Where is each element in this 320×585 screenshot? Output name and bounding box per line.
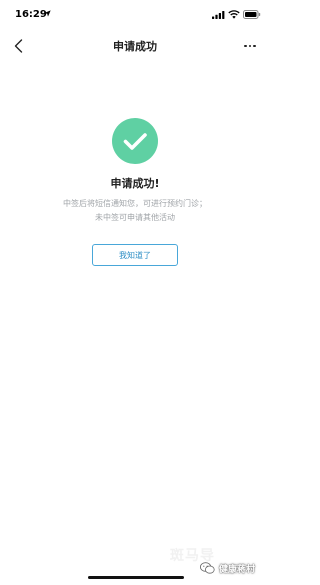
result-title: 申请成功! — [110, 177, 160, 190]
status-bar: 16:29 — [0, 0, 270, 30]
status-time: 16:29 — [15, 9, 47, 20]
more-dot — [248, 44, 252, 48]
ok-button[interactable]: 我知道了 — [92, 244, 178, 266]
home-indicator — [88, 576, 184, 579]
result-description-line-1: 中签后将短信通知您，可进行预约门诊； — [63, 199, 207, 208]
page-title: 申请成功 — [113, 40, 157, 53]
result-description: 中签后将短信通知您，可进行预约门诊； 未中签可申请其他活动 — [20, 197, 250, 225]
battery-icon — [243, 10, 261, 19]
navigation-bar: 申请成功 — [0, 30, 270, 62]
wifi-icon — [228, 10, 240, 19]
more-dots-icon — [244, 44, 247, 48]
more-dot — [253, 44, 256, 48]
result-description-line-2: 未中签可申请其他活动 — [95, 213, 175, 222]
check-circle-icon — [112, 118, 158, 164]
location-arrow-icon — [44, 10, 51, 17]
wechat-icon — [200, 562, 215, 574]
signal-icon — [212, 11, 225, 19]
wechat-account-label: 健康蒋村 — [219, 565, 256, 575]
more-button[interactable] — [240, 38, 260, 54]
